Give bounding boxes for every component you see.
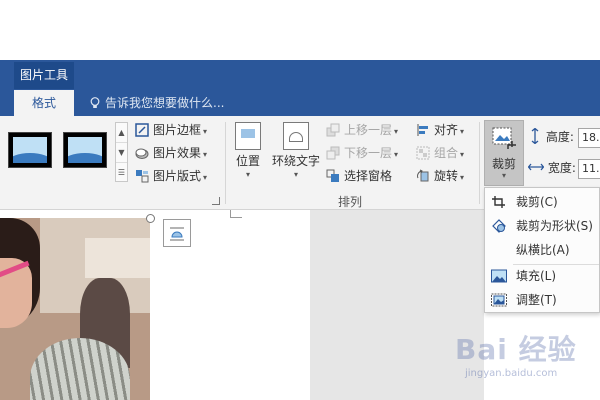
picture-border-icon — [135, 123, 149, 137]
align-icon — [417, 124, 428, 136]
crop-icon — [492, 196, 505, 208]
gallery-more-icon[interactable]: ☰ — [116, 163, 127, 183]
picture-layout-button[interactable]: 图片版式 ▾ — [135, 166, 207, 186]
menu-item-fit[interactable]: 调整(T) — [485, 288, 600, 312]
watermark-text: Bai 经验 — [455, 333, 577, 366]
picture-effects-button[interactable]: 图片效果 ▾ — [135, 143, 207, 163]
gallery-down-icon[interactable]: ▼ — [116, 143, 127, 163]
bring-forward-button[interactable]: 上移一层 ▾ — [326, 120, 398, 140]
wrap-text-button[interactable]: 环绕文字 ▾ — [270, 122, 322, 179]
crop-icon — [492, 127, 516, 149]
width-input[interactable]: 11. — [578, 159, 600, 179]
position-icon — [235, 122, 261, 150]
picture-styles-gallery — [0, 120, 130, 186]
send-backward-button[interactable]: 下移一层 ▾ — [326, 143, 398, 163]
rotate-button[interactable]: 旋转 ▾ — [416, 166, 464, 186]
layout-options-icon — [170, 227, 184, 241]
send-backward-icon — [326, 146, 340, 160]
crop-menu: 裁剪(C) 裁剪为形状(S) 纵横比(A) 填充(L) 调整(T) — [484, 187, 600, 313]
word-window: 图片工具 格式 告诉我您想要做什么... ▲ ▼ ☰ 图片边框 ▾ 图片效果 ▾ 图… — [0, 0, 600, 400]
arrange-group-label: 排列 — [338, 195, 363, 209]
gallery-scroll[interactable]: ▲ ▼ ☰ — [115, 122, 128, 182]
fit-icon — [491, 293, 507, 307]
margin-mark — [230, 210, 242, 218]
gallery-up-icon[interactable]: ▲ — [116, 123, 127, 143]
lightbulb-icon — [90, 97, 100, 108]
tab-format[interactable]: 格式 — [14, 90, 74, 116]
crop-to-shape-icon — [492, 219, 506, 233]
menu-item-crop-to-shape[interactable]: 裁剪为形状(S) — [485, 214, 600, 238]
bring-forward-icon — [326, 123, 340, 137]
group-button[interactable]: 组合 ▾ — [416, 143, 464, 163]
width-row: 宽度: — [527, 157, 576, 179]
selection-pane-icon — [326, 169, 339, 182]
crop-button[interactable]: 裁剪 ▾ — [484, 120, 524, 186]
tell-me-box[interactable]: 告诉我您想要做什么... — [90, 90, 224, 116]
height-input[interactable]: 18. — [578, 128, 600, 148]
group-icon — [416, 146, 430, 160]
ribbon-context-bar — [0, 60, 600, 90]
dialog-launcher-icon[interactable] — [212, 197, 220, 205]
picture-style-thumb[interactable] — [63, 132, 107, 168]
group-separator — [225, 122, 226, 204]
fill-icon — [491, 269, 507, 283]
picture-layout-icon — [136, 170, 149, 183]
menu-item-aspect-ratio[interactable]: 纵横比(A) — [485, 238, 600, 262]
watermark: Bai 经验 jingyan.baidu.com — [455, 322, 600, 392]
height-icon — [531, 127, 539, 145]
rotate-icon — [417, 169, 429, 182]
resize-handle[interactable] — [146, 214, 155, 223]
selected-picture[interactable] — [0, 218, 150, 400]
picture-style-thumb[interactable] — [8, 132, 52, 168]
wrap-text-icon — [283, 122, 309, 150]
picture-border-button[interactable]: 图片边框 ▾ — [135, 120, 207, 140]
group-separator — [479, 122, 480, 204]
layout-options-button[interactable] — [163, 219, 191, 247]
menu-item-fill[interactable]: 填充(L) — [485, 264, 600, 288]
watermark-url: jingyan.baidu.com — [465, 368, 558, 379]
menu-item-crop[interactable]: 裁剪(C) — [485, 190, 600, 214]
height-row: 高度: — [528, 126, 574, 148]
align-button[interactable]: 对齐 ▾ — [416, 120, 464, 140]
picture-effects-icon — [135, 148, 149, 159]
crop-dropdown-icon: ▾ — [501, 171, 506, 180]
width-icon — [527, 163, 545, 171]
tell-me-placeholder: 告诉我您想要做什么... — [105, 96, 225, 110]
position-button[interactable]: 位置 ▾ — [232, 122, 264, 179]
selection-pane-button[interactable]: 选择窗格 — [326, 166, 392, 186]
picture-tools-label: 图片工具 — [14, 62, 74, 89]
